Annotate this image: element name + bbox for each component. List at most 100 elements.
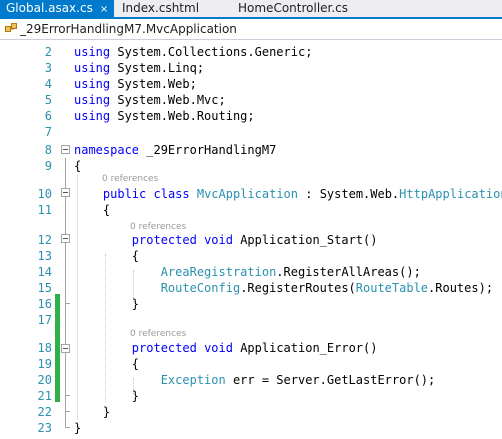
code-line[interactable]: 4 using System.Web;: [0, 76, 502, 92]
type-token: MvcApplication: [196, 187, 299, 201]
code-text[interactable]: using System.Web.Routing;: [74, 108, 255, 124]
code-line[interactable]: 14 AreaRegistration.RegisterAllAreas();: [0, 264, 502, 280]
code-line[interactable]: 20 Exception err = Server.GetLastError()…: [0, 372, 502, 388]
code-line[interactable]: 5 using System.Web.Mvc;: [0, 92, 502, 108]
code-text[interactable]: {: [74, 248, 139, 264]
code-token: System.Web.Routing;: [110, 109, 255, 123]
code-text[interactable]: using System.Collections.Generic;: [74, 44, 312, 60]
code-line[interactable]: 9{: [0, 158, 502, 174]
code-text[interactable]: public class MvcApplication : System.Web…: [74, 186, 502, 202]
codelens-application-error[interactable]: 0 references: [0, 327, 502, 341]
code-text[interactable]: {: [74, 202, 110, 218]
codelens-class[interactable]: 0 references: [0, 172, 502, 186]
code-line[interactable]: 3 using System.Linq;: [0, 60, 502, 76]
code-line[interactable]: 22 }: [0, 404, 502, 420]
code-token: err = Server.GetLastError();: [225, 373, 436, 387]
code-text[interactable]: Exception err = Server.GetLastError();: [74, 372, 436, 388]
line-number: 7: [44, 125, 52, 139]
code-token: }: [74, 421, 82, 435]
line-number: 16: [37, 297, 52, 311]
code-text[interactable]: RouteConfig.RegisterRoutes(RouteTable.Ro…: [74, 280, 493, 296]
code-token: System.Web;: [110, 77, 197, 91]
code-token: }: [74, 389, 140, 403]
line-number: 9: [44, 159, 52, 173]
code-line[interactable]: 2 using System.Collections.Generic;: [0, 44, 502, 60]
code-text[interactable]: }: [74, 404, 110, 420]
line-number: 23: [37, 421, 52, 435]
type-token: AreaRegistration: [160, 265, 277, 279]
code-line[interactable]: 16 }: [0, 296, 502, 312]
code-line[interactable]: 18 protected void Application_Error(): [0, 340, 502, 356]
code-token: Application_Error(): [232, 341, 378, 355]
line-number: 18: [37, 341, 52, 355]
code-line[interactable]: 19 {: [0, 356, 502, 372]
keyword-token: using: [74, 109, 111, 123]
code-line[interactable]: 23}: [0, 420, 502, 436]
keyword-token: namespace: [74, 143, 140, 157]
code-text[interactable]: {: [74, 158, 81, 174]
code-line[interactable]: 13 {: [0, 248, 502, 264]
code-token: }: [74, 405, 111, 419]
line-number: 3: [44, 61, 52, 75]
keyword-token: protected: [131, 341, 197, 355]
code-editor[interactable]: 0 references 0 references 0 references 2…: [0, 40, 502, 439]
code-line[interactable]: 17: [0, 312, 502, 328]
code-line[interactable]: 15 RouteConfig.RegisterRoutes(RouteTable…: [0, 280, 502, 296]
tab-global-asax-cs[interactable]: Global.asax.cs ×: [0, 0, 114, 18]
keyword-token: public: [102, 187, 147, 201]
code-token: System.Collections.Generic;: [110, 45, 313, 59]
code-text[interactable]: AreaRegistration.RegisterAllAreas();: [74, 264, 421, 280]
line-number: 8: [44, 143, 52, 157]
tab-index-cshtml[interactable]: Index.cshtml: [116, 0, 205, 18]
code-line[interactable]: 6 using System.Web.Routing;: [0, 108, 502, 124]
tab-label: HomeController.cs: [238, 1, 349, 15]
code-text[interactable]: using System.Web.Mvc;: [74, 92, 226, 108]
line-number: 2: [44, 45, 52, 59]
keyword-token: void: [204, 233, 233, 247]
navigation-bar[interactable]: _29ErrorHandlingM7.MvcApplication: [0, 19, 502, 40]
line-number: 21: [37, 389, 52, 403]
code-token: .Routes);: [428, 281, 494, 295]
code-text[interactable]: using System.Web;: [74, 76, 197, 92]
type-token: Exception: [160, 373, 226, 387]
code-text[interactable]: protected void Application_Error(): [74, 340, 378, 356]
code-text[interactable]: {: [74, 356, 139, 372]
csharp-class-icon: [5, 23, 17, 32]
code-text[interactable]: }: [74, 296, 139, 312]
code-line[interactable]: 7: [0, 124, 502, 140]
code-token: .RegisterAllAreas();: [276, 265, 421, 279]
close-icon[interactable]: ×: [100, 1, 108, 18]
type-token: RouteTable: [355, 281, 429, 295]
code-text[interactable]: }: [74, 388, 139, 404]
code-token: {: [74, 249, 140, 263]
code-line[interactable]: 8 namespace _29ErrorHandlingM7: [0, 142, 502, 158]
code-text[interactable]: namespace _29ErrorHandlingM7: [74, 142, 276, 158]
code-text[interactable]: }: [74, 420, 81, 436]
code-text[interactable]: protected void Application_Start(): [74, 232, 378, 248]
code-text[interactable]: using System.Linq;: [74, 60, 204, 76]
document-tab-strip: Global.asax.cs × Index.cshtml HomeControl…: [0, 0, 502, 19]
code-line[interactable]: 11 {: [0, 202, 502, 218]
keyword-token: using: [74, 45, 111, 59]
codelens-references[interactable]: 0 references: [130, 327, 186, 341]
code-token: .RegisterRoutes(: [240, 281, 356, 295]
code-line[interactable]: 21 }: [0, 388, 502, 404]
tab-homecontroller-cs[interactable]: HomeController.cs: [232, 0, 354, 18]
code-token: System.Web.Mvc;: [110, 93, 226, 107]
line-number: 19: [37, 357, 52, 371]
code-token: {: [74, 357, 140, 371]
tab-label: Global.asax.cs: [6, 1, 93, 15]
code-line[interactable]: 12 protected void Application_Start(): [0, 232, 502, 248]
codelens-references[interactable]: 0 references: [102, 172, 158, 186]
class-path: _29ErrorHandlingM7.MvcApplication: [20, 22, 237, 36]
code-line[interactable]: 10 public class MvcApplication : System.…: [0, 186, 502, 202]
line-number: 11: [37, 203, 52, 217]
